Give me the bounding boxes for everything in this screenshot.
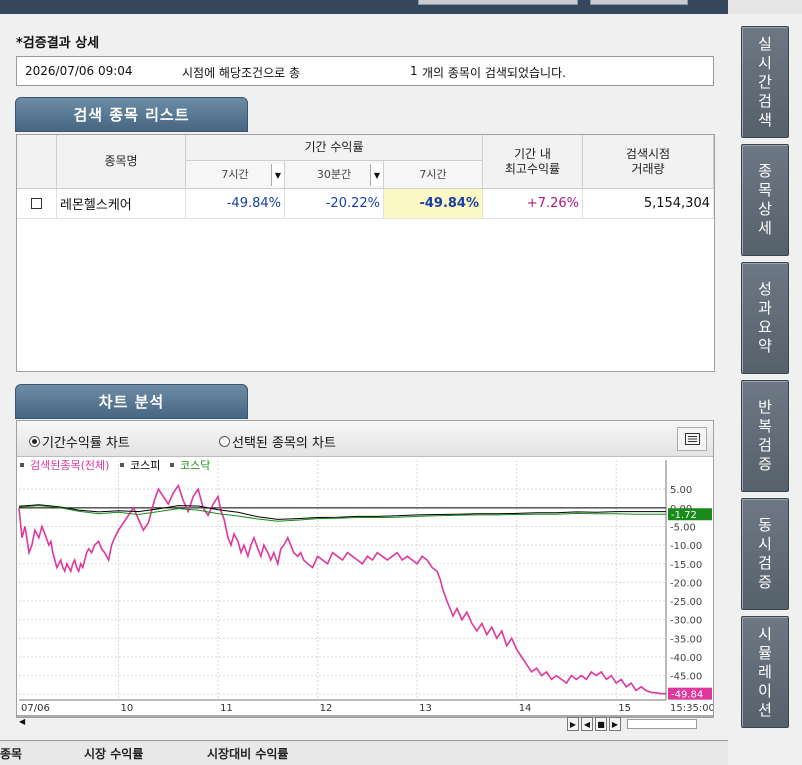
fast-forward-icon[interactable]: ▶ (609, 717, 621, 731)
y-tick-label: -10.00 (670, 541, 702, 552)
header-stock-name[interactable]: 종목명 (57, 135, 186, 189)
y-tick-label: -15.00 (670, 560, 702, 571)
info-count: 1 (410, 64, 418, 78)
legend-series-3: 코스닥 (180, 459, 210, 472)
side-tab-label: 실시간검색 (758, 34, 772, 129)
radio-period-return-chart[interactable]: 기간수익률 차트 (29, 432, 130, 451)
y-tick-label: -45.00 (670, 672, 702, 683)
top-button-1[interactable] (418, 0, 578, 5)
x-tick-label: 10 (121, 703, 134, 714)
step-forward-icon[interactable]: ▶ (567, 717, 579, 731)
y-tick-label: -25.00 (670, 597, 702, 608)
return-chart: 검색된종목(전체) 코스피 코스닥 5.000.00-5.00-10.00-15… (18, 459, 713, 714)
end-label-kosdaq: -1.72 (671, 510, 697, 521)
row-volume: 5,154,304 (583, 189, 714, 219)
result-info-box: 2026/07/06 09:04 시점에 해당조건으로 총 1 개의 종목이 검… (16, 56, 714, 86)
chart-playback-controls: ▶ ◀ ■ ▶ (567, 715, 713, 733)
legend-series-1: 검색된종목(전체) (30, 459, 109, 472)
bottom-col-stock: 종목 (0, 747, 23, 761)
y-tick-label: 5.00 (670, 485, 692, 496)
y-tick-label: -20.00 (670, 578, 702, 589)
x-tick-label: 07/06 (21, 703, 50, 714)
y-tick-label: -30.00 (670, 616, 702, 627)
row-return-30m: -20.22% (285, 189, 384, 219)
list-icon (684, 433, 700, 445)
top-strip (0, 0, 802, 14)
chart-legend: 검색된종목(전체) 코스피 코스닥 (20, 459, 210, 472)
subheader-label: 30분간 (316, 168, 352, 181)
radio-checked-icon[interactable] (29, 436, 40, 447)
top-button-2[interactable] (590, 0, 688, 5)
row-checkbox[interactable] (17, 189, 57, 219)
x-tick-label: 12 (320, 703, 333, 714)
row-return-7h-b: -49.84% (384, 189, 483, 219)
side-tab-performance-summary[interactable]: 성과요약 (741, 262, 789, 374)
subheader-label: 7시간 (221, 168, 249, 181)
x-tick-label: 11 (220, 703, 233, 714)
x-tick-label: 14 (519, 703, 532, 714)
chart-panel: 기간수익률 차트 선택된 종목의 차트 검색된종목(전체) 코스피 코스닥 5.… (16, 420, 714, 731)
y-tick-label: -5.00 (670, 522, 696, 533)
side-tab-realtime-search[interactable]: 실시간검색 (741, 26, 789, 138)
section-title: *검증결과 상세 (16, 36, 100, 51)
dropdown-arrow-icon[interactable]: ▼ (370, 164, 383, 186)
checkbox-icon[interactable] (31, 198, 42, 209)
side-tab-label: 성과요약 (758, 280, 772, 355)
grid-scrollbar[interactable]: ▲ ▼ (714, 135, 715, 371)
search-result-grid: 종목명 기간 수익률 7시간 ▼ 30분간 ▼ 7시간 기간 내 최고수익률 검… (16, 134, 715, 372)
zoom-slider[interactable] (627, 719, 697, 729)
header-checkbox-col (17, 135, 57, 189)
chart-toolbar: 기간수익률 차트 선택된 종목의 차트 (17, 421, 713, 457)
side-tab-simulation[interactable]: 시뮬레이션 (741, 616, 789, 728)
info-text-1: 시점에 해당조건으로 총 (182, 66, 301, 80)
header-max-return[interactable]: 기간 내 최고수익률 (483, 135, 583, 189)
side-tab-label: 시뮬레이션 (758, 624, 772, 719)
header-period-return: 기간 수익률 (186, 135, 483, 161)
tab-chart-analysis[interactable]: 차트 분석 (15, 384, 248, 419)
end-label-searched: -49.84 (671, 690, 703, 701)
x-tick-label-end: 15:35:00 (670, 703, 713, 714)
side-tab-simultaneous-verify[interactable]: 동시검증 (741, 498, 789, 610)
subheader-7h-b: 7시간 (384, 161, 483, 189)
info-datetime: 2026/07/06 09:04 (25, 64, 133, 78)
chart-menu-button[interactable] (677, 427, 707, 451)
scroll-left-icon[interactable]: ◀ (19, 717, 25, 726)
bottom-grid-header: 종목 시장 수익률 시장대비 수익률 (0, 740, 728, 765)
y-tick-label: -40.00 (670, 653, 702, 664)
x-tick-label: 13 (419, 703, 432, 714)
side-tab-repeat-verify[interactable]: 반복검증 (741, 380, 789, 492)
dropdown-arrow-icon[interactable]: ▼ (271, 164, 284, 186)
radio-unchecked-icon[interactable] (219, 436, 230, 447)
x-tick-label: 15 (618, 703, 631, 714)
tab-search-list[interactable]: 검색 종목 리스트 (15, 97, 248, 132)
stop-icon[interactable]: ■ (595, 717, 607, 731)
y-tick-label: -35.00 (670, 634, 702, 645)
rewind-icon[interactable]: ◀ (581, 717, 593, 731)
legend-series-2: 코스피 (130, 459, 160, 472)
row-return-7h-a: -49.84% (186, 189, 285, 219)
radio-label: 선택된 종목의 차트 (232, 436, 336, 451)
side-tab-stock-detail[interactable]: 종목상세 (741, 144, 789, 256)
info-text-2: 개의 종목이 검색되었습니다. (422, 66, 566, 80)
radio-selected-stock-chart[interactable]: 선택된 종목의 차트 (219, 432, 336, 451)
side-tab-label: 동시검증 (758, 516, 772, 591)
side-tab-label: 반복검증 (758, 398, 772, 473)
radio-label: 기간수익률 차트 (42, 436, 130, 451)
row-stock-name[interactable]: 레몬헬스케어 (57, 189, 186, 219)
bottom-col-relative-return: 시장대비 수익률 (207, 747, 289, 761)
header-volume[interactable]: 검색시점 거래량 (583, 135, 714, 189)
bottom-col-market-return: 시장 수익률 (84, 747, 144, 761)
side-tab-label: 종목상세 (758, 162, 772, 237)
row-max-return: +7.26% (483, 189, 583, 219)
